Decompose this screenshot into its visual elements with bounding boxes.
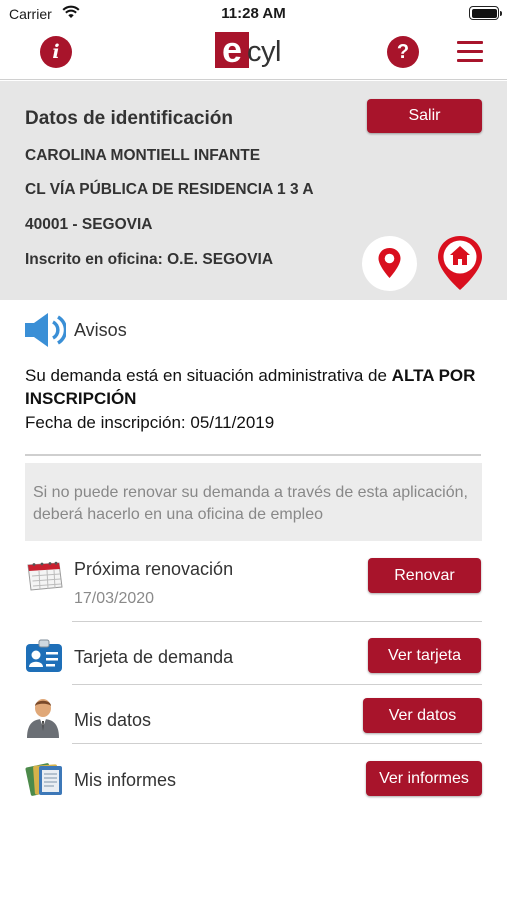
demand-status-prefix: Su demanda está en situación administrat… [25,366,392,385]
identification-panel: Datos de identificación Salir CAROLINA M… [0,81,507,300]
home-office-button[interactable] [436,234,484,297]
renew-notice: Si no puede renovar su demanda a través … [25,463,482,541]
next-renewal-date: 17/03/2020 [74,590,155,607]
my-data-label: Mis datos [74,710,152,730]
user-city: 40001 - SEGOVIA [25,216,153,233]
view-card-button[interactable]: Ver tarjeta [368,638,481,673]
divider [25,454,481,456]
reports-icon [25,760,65,803]
demand-card-label: Tarjeta de demanda [74,647,234,667]
map-pin-icon [378,248,401,278]
help-icon[interactable]: ? [387,36,419,68]
info-icon[interactable]: i [40,36,72,68]
user-name: CAROLINA MONTIELL INFANTE [25,147,261,164]
calendar-icon [25,561,65,596]
divider [72,743,482,744]
speaker-icon [24,311,68,354]
user-address: CL VÍA PÚBLICA DE RESIDENCIA 1 3 A [25,181,314,198]
renew-button[interactable]: Renovar [368,558,481,593]
clock: 11:28 AM [221,5,286,22]
logo-e-mark: e [215,32,249,68]
next-renewal-label: Próxima renovación [74,559,234,579]
person-icon [25,697,61,744]
home-pin-icon [438,236,482,290]
divider [72,684,482,685]
view-reports-button[interactable]: Ver informes [366,761,482,796]
divider [72,621,482,622]
my-reports-label: Mis informes [74,770,177,790]
id-card-icon [25,639,63,678]
hamburger-menu-icon[interactable] [457,41,483,63]
registration-date: Fecha de inscripción: 05/11/2019 [25,413,275,432]
user-office: Inscrito en oficina: O.E. SEGOVIA [25,251,274,268]
nav-bar: i e cyl ? [0,28,507,80]
demand-status: Su demanda está en situación administrat… [25,364,495,410]
identification-title: Datos de identificación [25,108,233,129]
avisos-title: Avisos [74,320,127,340]
exit-button[interactable]: Salir [367,99,482,133]
view-data-button[interactable]: Ver datos [363,698,482,733]
ecyl-logo: e cyl [215,32,295,72]
status-bar: Carrier 11:28 AM [0,0,507,28]
logo-text: cyl [247,36,281,68]
battery-icon [469,6,502,20]
map-pin-button[interactable] [362,236,417,291]
